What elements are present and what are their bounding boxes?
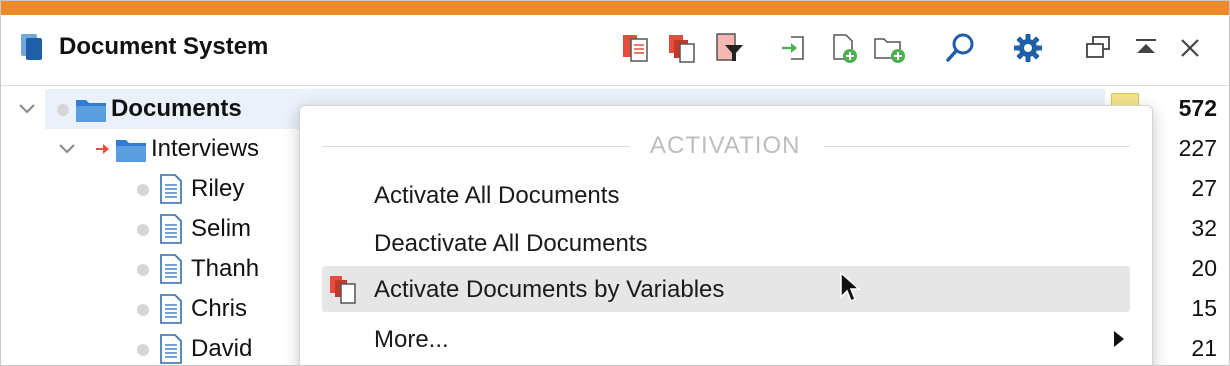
collapse-button[interactable] (1127, 28, 1165, 68)
documents-copy-icon (669, 35, 695, 63)
menu-item-label: Deactivate All Documents (374, 230, 648, 257)
activation-dot[interactable] (137, 224, 149, 236)
menu-section-header: ACTIVATION (300, 132, 1152, 162)
chevron-down-icon[interactable] (17, 99, 37, 119)
collapse-icon (1136, 39, 1156, 53)
count-documents: 572 (1178, 95, 1217, 121)
close-icon (1181, 39, 1199, 57)
documents-copy-icon (330, 276, 356, 304)
tree-label-interviews: Interviews (151, 135, 260, 162)
activation-dot[interactable] (137, 184, 149, 196)
menu-item-label: Activate All Documents (374, 182, 620, 209)
undock-window-button[interactable] (1079, 28, 1117, 68)
count-document: 15 (1191, 295, 1217, 321)
undock-window-icon (1086, 36, 1110, 58)
count-document: 21 (1191, 335, 1217, 361)
count-interviews: 227 (1178, 135, 1217, 161)
menu-item-activate-by-variables[interactable]: Activate Documents by Variables (322, 266, 1130, 312)
text-document-icon (160, 334, 182, 364)
new-folder-icon (874, 38, 905, 63)
search-icon (946, 33, 974, 62)
document-system-window: Document System Documents 572 Interviews… (0, 0, 1230, 366)
text-document-icon (160, 294, 182, 324)
menu-divider (322, 146, 630, 147)
count-document: 27 (1191, 175, 1217, 201)
document-filter-icon (716, 33, 743, 61)
active-arrow-icon (96, 144, 109, 154)
window-accent-bar (1, 1, 1229, 15)
tree-label-document: David (191, 335, 253, 362)
activation-dot[interactable] (137, 344, 149, 356)
submenu-arrow-icon (1114, 331, 1124, 347)
mouse-cursor-icon (840, 271, 861, 303)
window-header: Document System (1, 15, 1229, 86)
text-document-icon (160, 174, 182, 204)
menu-item-deactivate-all[interactable]: Deactivate All Documents (322, 220, 1130, 266)
filter-documents-button[interactable] (709, 28, 747, 68)
menu-item-label: Activate Documents by Variables (374, 276, 725, 303)
folder-icon (76, 100, 106, 122)
activate-documents-button[interactable] (617, 28, 655, 68)
menu-divider (824, 146, 1130, 147)
menu-item-activate-all[interactable]: Activate All Documents (322, 172, 1130, 218)
menu-section-title: ACTIVATION (650, 132, 801, 159)
menu-item-more[interactable]: More... (322, 316, 1130, 362)
tree-label-document: Riley (191, 175, 245, 202)
copy-documents-button[interactable] (663, 28, 701, 68)
chevron-down-icon[interactable] (57, 139, 77, 159)
tree-label-documents: Documents (111, 95, 242, 122)
import-button[interactable] (775, 28, 813, 68)
new-document-icon (833, 34, 857, 63)
window-title: Document System (59, 33, 269, 60)
count-document: 32 (1191, 215, 1217, 241)
menu-item-label: More... (374, 326, 449, 353)
context-menu: ACTIVATION Activate All Documents Deacti… (299, 105, 1153, 365)
folder-icon (116, 140, 146, 162)
tree-label-document: Selim (191, 215, 252, 242)
activation-dot[interactable] (137, 264, 149, 276)
settings-button[interactable] (1009, 28, 1047, 68)
text-document-icon (160, 214, 182, 244)
import-icon (782, 36, 804, 60)
documents-activate-icon (623, 35, 648, 62)
activation-dot[interactable] (57, 104, 69, 116)
document-system-icon (21, 34, 42, 60)
new-document-button[interactable] (825, 28, 863, 68)
tree-label-document: Thanh (191, 255, 260, 282)
activation-dot[interactable] (137, 304, 149, 316)
close-button[interactable] (1171, 28, 1209, 68)
new-folder-button[interactable] (871, 28, 909, 68)
text-document-icon (160, 254, 182, 284)
settings-gear-icon (1014, 34, 1042, 62)
count-document: 20 (1191, 255, 1217, 281)
search-button[interactable] (941, 28, 979, 68)
tree-label-document: Chris (191, 295, 248, 322)
